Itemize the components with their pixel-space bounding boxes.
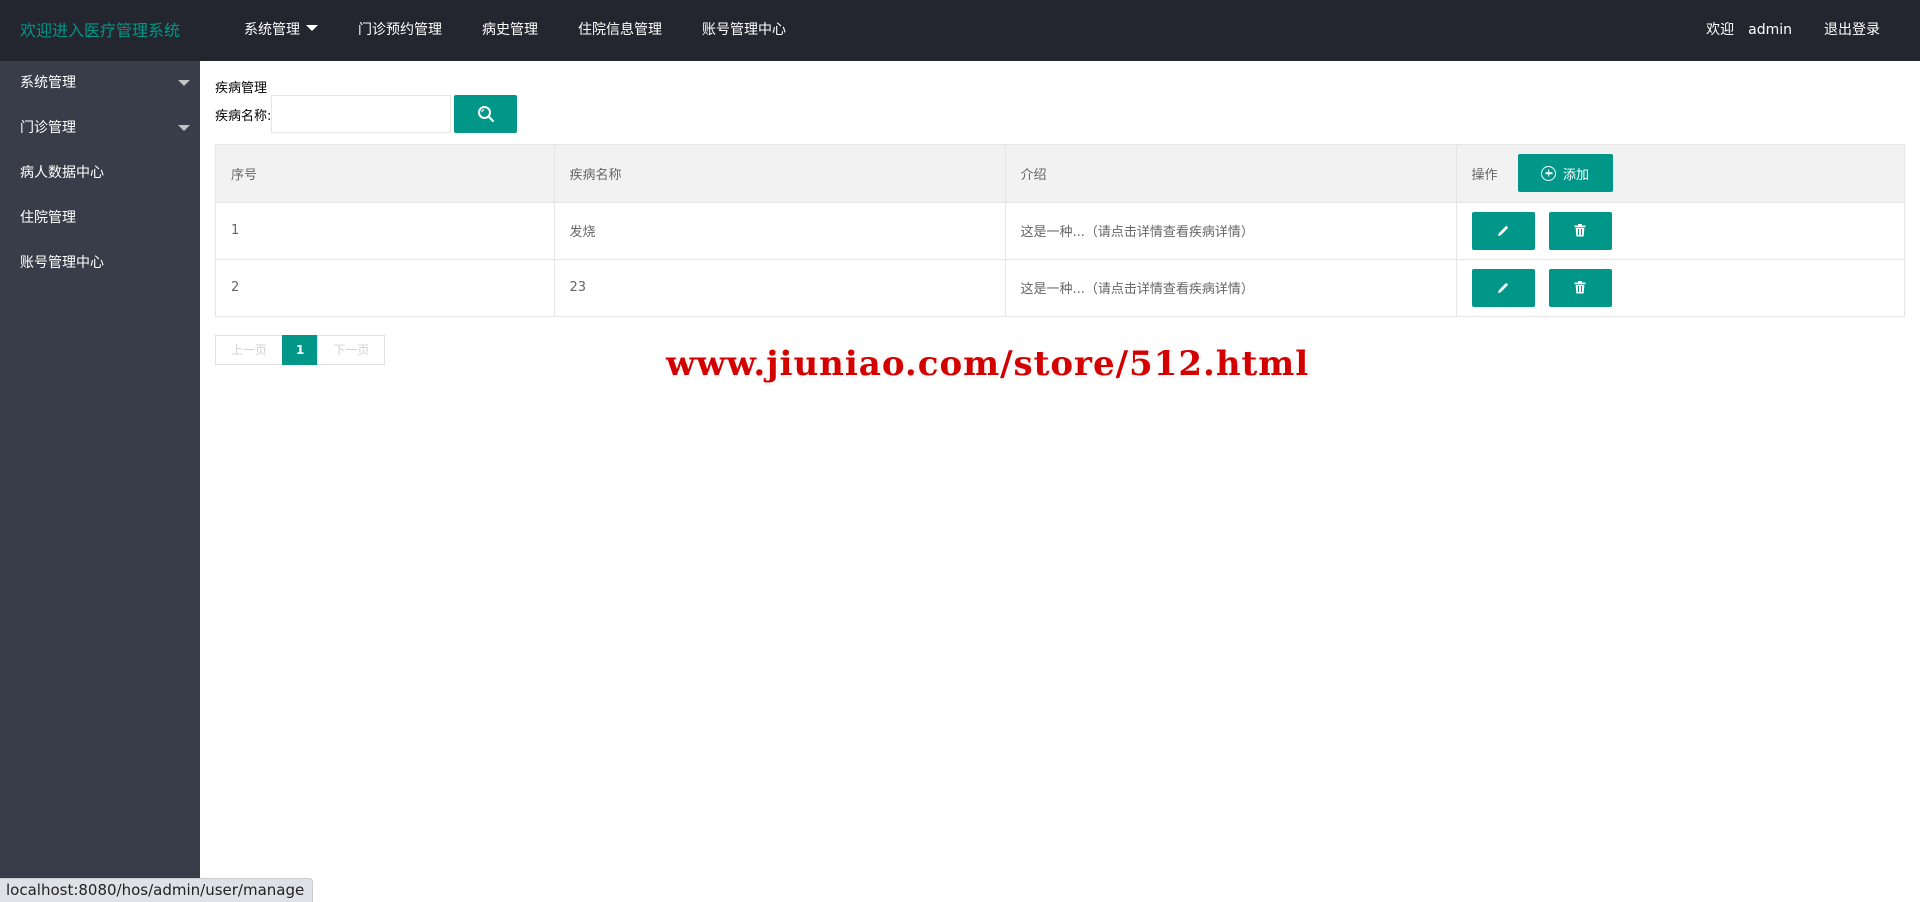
topnav-account[interactable]: 账号管理中心 (682, 0, 806, 61)
welcome-user[interactable]: 欢迎 admin (1690, 0, 1808, 61)
header-actions: 操作 添加 (1456, 145, 1904, 203)
search-icon (477, 106, 494, 123)
topnav-outpatient[interactable]: 门诊预约管理 (338, 0, 462, 61)
table-row: 1 发烧 这是一种...（请点击详情查看疾病详情） (216, 202, 1904, 260)
caret-down-icon (306, 25, 318, 31)
welcome-text: 欢迎 (1706, 22, 1735, 38)
page-1-button[interactable]: 1 (282, 335, 319, 365)
header-intro: 介绍 (1005, 145, 1457, 203)
main-content: 疾病管理 疾病名称: 序号 疾病名称 介绍 操作 添加 1 发烧 这是一种...… (200, 61, 1920, 902)
top-header: 欢迎进入医疗管理系统 系统管理 门诊预约管理 病史管理 住院信息管理 账号管理中… (0, 0, 1920, 61)
disease-name-input[interactable] (271, 95, 452, 133)
trash-icon (1574, 224, 1586, 237)
sidebar-item-label: 账号管理中心 (20, 255, 104, 271)
delete-button[interactable] (1548, 268, 1612, 307)
add-button-label: 添加 (1563, 166, 1590, 182)
top-nav: 系统管理 门诊预约管理 病史管理 住院信息管理 账号管理中心 (224, 0, 806, 61)
prev-page-button[interactable]: 上一页 (215, 335, 284, 365)
username: admin (1748, 22, 1792, 38)
app-logo[interactable]: 欢迎进入医疗管理系统 (20, 0, 180, 61)
watermark-text: www.jiuniao.com/store/512.html (666, 344, 1310, 384)
search-button[interactable] (454, 95, 518, 133)
header-actions-label: 操作 (1471, 167, 1498, 183)
add-button[interactable]: 添加 (1517, 154, 1613, 193)
table-row: 2 23 这是一种...（请点击详情查看疾病详情） (216, 259, 1904, 316)
header-index: 序号 (216, 145, 555, 203)
chevron-down-icon (178, 125, 190, 131)
search-form: 疾病名称: (215, 95, 518, 133)
sidebar-item-label: 病人数据中心 (20, 165, 104, 181)
sidebar: 系统管理 门诊管理 病人数据中心 住院管理 账号管理中心 (0, 61, 200, 902)
search-label: 疾病名称: (215, 108, 272, 124)
delete-button[interactable] (1548, 211, 1612, 250)
sidebar-item-inpatient[interactable]: 住院管理 (0, 196, 200, 241)
pencil-icon (1497, 283, 1508, 294)
topnav-history[interactable]: 病史管理 (462, 0, 558, 61)
cell-name: 23 (554, 259, 1006, 316)
page-title: 疾病管理 (215, 81, 268, 96)
topnav-inpatient[interactable]: 住院信息管理 (558, 0, 682, 61)
sidebar-item-system[interactable]: 系统管理 (0, 61, 200, 106)
user-area: 欢迎 admin 退出登录 (1690, 0, 1896, 61)
edit-button[interactable] (1471, 268, 1535, 307)
sidebar-item-patient-data[interactable]: 病人数据中心 (0, 151, 200, 196)
trash-icon (1574, 281, 1586, 294)
topnav-system-label: 系统管理 (244, 22, 300, 38)
table-header-row: 序号 疾病名称 介绍 操作 添加 (216, 145, 1904, 203)
cell-intro: 这是一种...（请点击详情查看疾病详情） (1005, 202, 1457, 260)
sidebar-item-account[interactable]: 账号管理中心 (0, 241, 200, 286)
sidebar-item-label: 住院管理 (20, 210, 76, 226)
sidebar-item-label: 系统管理 (20, 75, 76, 91)
next-page-button[interactable]: 下一页 (317, 335, 386, 365)
cell-index: 2 (216, 259, 555, 316)
cell-name: 发烧 (554, 202, 1006, 260)
add-circle-icon (1541, 165, 1556, 181)
header-name: 疾病名称 (554, 145, 1006, 203)
edit-button[interactable] (1471, 211, 1535, 250)
pagination: 上一页 1 下一页 (215, 335, 386, 365)
chevron-down-icon (178, 80, 190, 86)
cell-actions (1456, 202, 1904, 260)
cell-actions (1456, 259, 1904, 316)
topnav-system[interactable]: 系统管理 (224, 0, 338, 61)
sidebar-item-label: 门诊管理 (20, 120, 76, 136)
logout-link[interactable]: 退出登录 (1808, 0, 1896, 61)
cell-intro: 这是一种...（请点击详情查看疾病详情） (1005, 259, 1457, 316)
browser-status-bar: localhost:8080/hos/admin/user/manage (0, 878, 314, 902)
pencil-icon (1497, 225, 1508, 236)
sidebar-item-outpatient[interactable]: 门诊管理 (0, 106, 200, 151)
disease-table: 序号 疾病名称 介绍 操作 添加 1 发烧 这是一种...（请点击详情查看疾病详… (215, 144, 1905, 317)
cell-index: 1 (216, 202, 555, 260)
